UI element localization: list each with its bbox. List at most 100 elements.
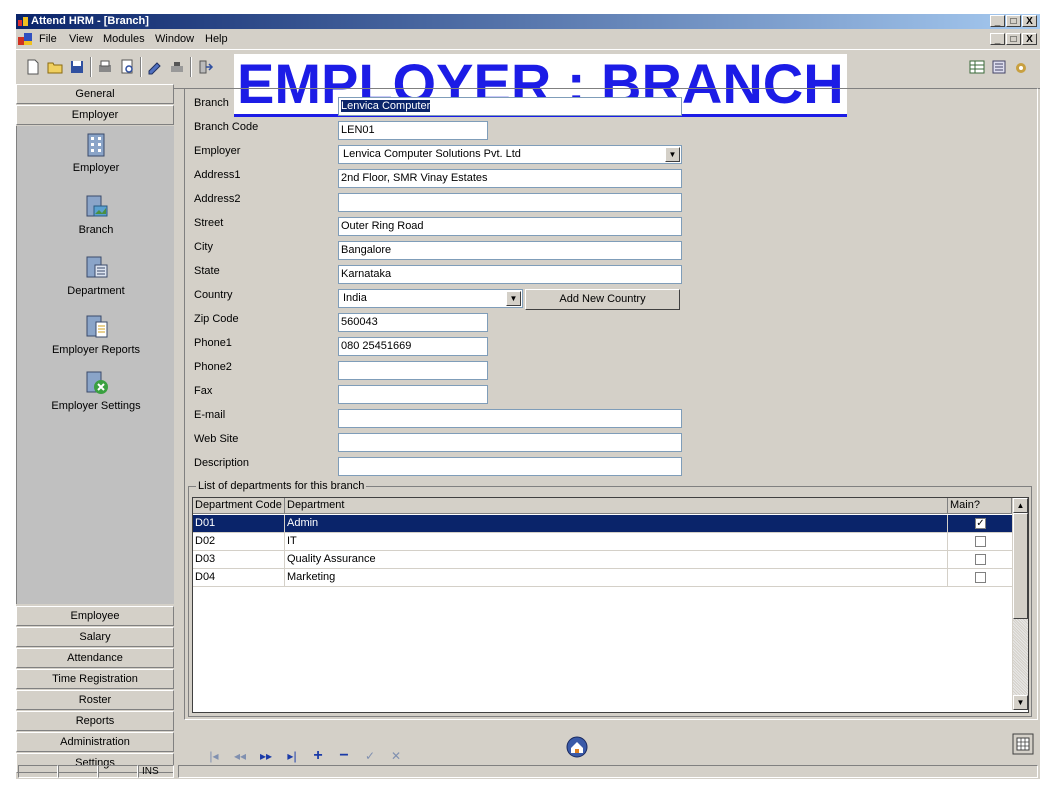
nav-item-employer-reports[interactable]: Employer Reports xyxy=(17,312,175,356)
grid-vertical-scrollbar[interactable]: ▲ ▼ xyxy=(1012,498,1028,710)
delete-record-icon[interactable]: − xyxy=(336,748,352,764)
address1-field[interactable]: 2nd Floor, SMR Vinay Estates xyxy=(338,169,682,188)
app-window: Attend HRM - [Branch] _ □ X File View Mo… xyxy=(16,14,1040,779)
phone2-field[interactable] xyxy=(338,361,488,380)
menu-help[interactable]: Help xyxy=(205,33,228,45)
child-window-icon[interactable] xyxy=(18,33,32,45)
department-code-cell: D02 xyxy=(193,533,285,550)
branch-field[interactable]: Lenvica Computer xyxy=(338,97,682,116)
nav-item-branch-label: Branch xyxy=(78,224,114,236)
table-row[interactable]: D03 Quality Assurance xyxy=(193,551,1012,569)
employer-select-value: Lenvica Computer Solutions Pvt. Ltd xyxy=(343,148,521,160)
next-record-icon[interactable]: ▸▸ xyxy=(258,748,274,764)
print-preview-icon[interactable] xyxy=(118,58,136,76)
exit-icon[interactable] xyxy=(196,58,214,76)
zip-code-field[interactable]: 560043 xyxy=(338,313,488,332)
table-row[interactable]: D02 IT xyxy=(193,533,1012,551)
employer-select[interactable]: Lenvica Computer Solutions Pvt. Ltd ▼ xyxy=(338,145,682,164)
home-icon[interactable] xyxy=(566,736,588,758)
chevron-down-icon[interactable]: ▼ xyxy=(506,291,521,306)
nav-general-button[interactable]: General xyxy=(16,84,174,104)
edit-icon[interactable] xyxy=(146,58,164,76)
chevron-down-icon[interactable]: ▼ xyxy=(665,147,680,162)
add-record-icon[interactable]: + xyxy=(310,748,326,764)
department-code-cell: D01 xyxy=(193,515,285,532)
nav-employee-button[interactable]: Employee xyxy=(16,606,174,626)
scroll-up-arrow-icon[interactable]: ▲ xyxy=(1013,498,1028,513)
nav-roster-button[interactable]: Roster xyxy=(16,690,174,710)
calendar-icon[interactable] xyxy=(1012,733,1034,755)
save-icon[interactable] xyxy=(68,58,86,76)
toolbar-separator xyxy=(190,57,192,77)
country-select[interactable]: India ▼ xyxy=(338,289,523,308)
minimize-button[interactable]: _ xyxy=(990,15,1005,27)
maximize-button[interactable]: □ xyxy=(1006,15,1021,27)
street-field[interactable]: Outer Ring Road xyxy=(338,217,682,236)
nav-attendance-button[interactable]: Attendance xyxy=(16,648,174,668)
main-checkbox[interactable] xyxy=(975,536,986,547)
tools-icon[interactable] xyxy=(168,58,186,76)
main-checkbox[interactable] xyxy=(975,572,986,583)
branch-code-field[interactable]: LEN01 xyxy=(338,121,488,140)
child-maximize-button[interactable]: □ xyxy=(1006,33,1021,45)
menu-view[interactable]: View xyxy=(69,33,93,45)
add-new-country-button[interactable]: Add New Country xyxy=(525,289,680,310)
status-bar: INS xyxy=(16,764,1040,779)
nav-item-employer[interactable]: Employer xyxy=(17,130,175,174)
table-row[interactable]: D01 Admin ✓ xyxy=(193,515,1012,533)
close-button[interactable]: X xyxy=(1022,15,1037,27)
table-row[interactable]: D04 Marketing xyxy=(193,569,1012,587)
departments-group-label: List of departments for this branch xyxy=(196,480,367,492)
branch-value: Lenvica Computer xyxy=(341,100,431,112)
nav-administration-button[interactable]: Administration xyxy=(16,732,174,752)
column-header-main[interactable]: Main? xyxy=(948,498,1012,514)
main-checkbox[interactable]: ✓ xyxy=(975,518,986,529)
city-field[interactable]: Bangalore xyxy=(338,241,682,260)
description-field[interactable] xyxy=(338,457,682,476)
child-minimize-button[interactable]: _ xyxy=(990,33,1005,45)
title-bar: Attend HRM - [Branch] _ □ X xyxy=(16,14,1040,29)
nav-employer-button[interactable]: Employer xyxy=(16,105,174,125)
new-icon[interactable] xyxy=(24,58,42,76)
column-header-department-code[interactable]: Department Code xyxy=(193,498,285,514)
print-icon[interactable] xyxy=(96,58,114,76)
list-view-icon[interactable] xyxy=(990,58,1008,76)
nav-item-employer-settings[interactable]: Employer Settings xyxy=(17,368,175,412)
department-name-cell: Marketing xyxy=(285,569,948,586)
nav-item-department[interactable]: Department xyxy=(17,253,175,297)
scroll-down-arrow-icon[interactable]: ▼ xyxy=(1013,695,1028,710)
email-label: E-mail xyxy=(194,409,226,421)
departments-grid[interactable]: Department Code Department Main? D01 Adm… xyxy=(192,497,1029,713)
last-record-icon[interactable]: ▸| xyxy=(284,748,300,764)
department-name-cell: IT xyxy=(285,533,948,550)
nav-reports-button[interactable]: Reports xyxy=(16,711,174,731)
address2-field[interactable] xyxy=(338,193,682,212)
main-checkbox[interactable] xyxy=(975,554,986,565)
toolbar-separator xyxy=(140,57,142,77)
menu-file[interactable]: File xyxy=(39,33,57,45)
menu-modules[interactable]: Modules xyxy=(103,33,145,45)
settings-icon[interactable] xyxy=(1012,58,1030,76)
phone1-field[interactable]: 080 25451669 xyxy=(338,337,488,356)
previous-record-icon[interactable]: ◂◂ xyxy=(232,748,248,764)
nav-item-employer-reports-label: Employer Reports xyxy=(51,344,141,356)
address2-label: Address2 xyxy=(194,193,241,205)
post-record-icon[interactable]: ✓ xyxy=(362,748,378,764)
nav-salary-button[interactable]: Salary xyxy=(16,627,174,647)
cancel-record-icon[interactable]: ✕ xyxy=(388,748,404,764)
employer-settings-icon xyxy=(86,371,108,394)
nav-time-registration-button[interactable]: Time Registration xyxy=(16,669,174,689)
nav-item-branch[interactable]: Branch xyxy=(17,192,175,236)
fax-field[interactable] xyxy=(338,385,488,404)
scroll-thumb[interactable] xyxy=(1013,513,1028,619)
state-field[interactable]: Karnataka xyxy=(338,265,682,284)
column-header-department[interactable]: Department xyxy=(285,498,948,514)
grid-view-icon[interactable] xyxy=(968,58,986,76)
website-field[interactable] xyxy=(338,433,682,452)
email-field[interactable] xyxy=(338,409,682,428)
menu-window[interactable]: Window xyxy=(155,33,194,45)
child-close-button[interactable]: X xyxy=(1022,33,1037,45)
open-folder-icon[interactable] xyxy=(46,58,64,76)
first-record-icon[interactable]: |◂ xyxy=(206,748,222,764)
toolbar: EMPLOYER : BRANCH xyxy=(16,49,1040,117)
